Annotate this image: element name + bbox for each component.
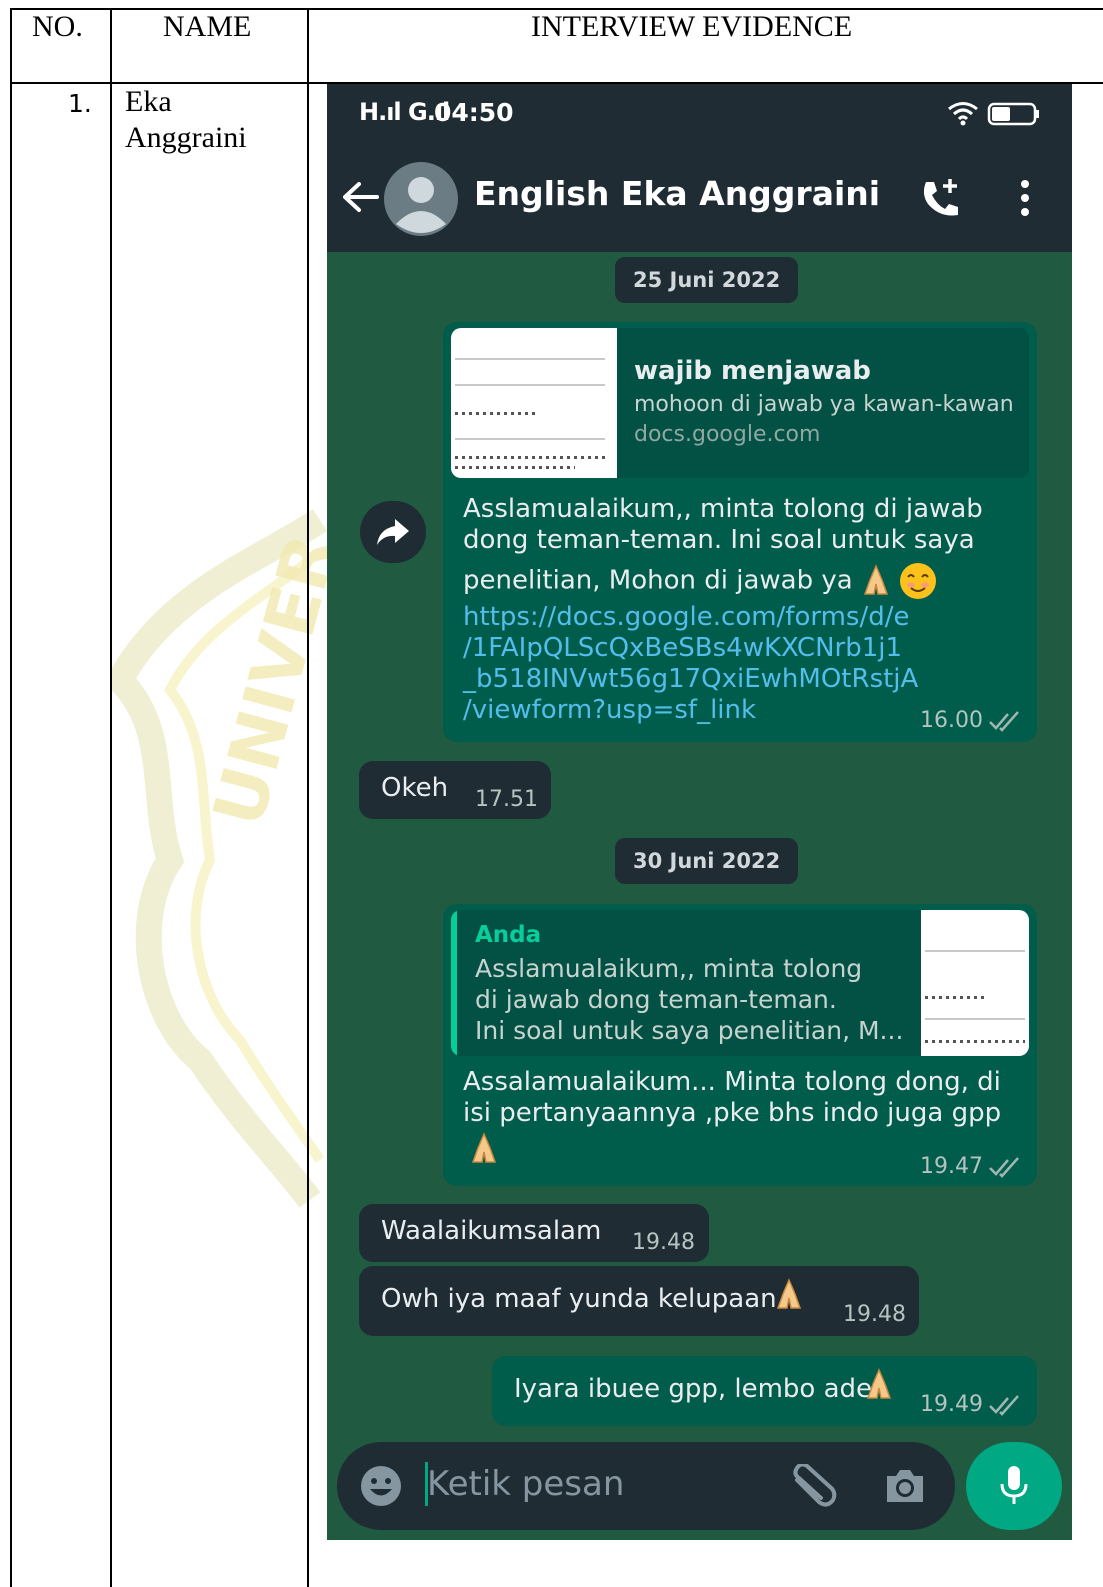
message-time: 19.48 (632, 1230, 695, 1255)
read-ticks-icon (989, 1157, 1019, 1178)
quote-text-line: Ini soal untuk saya penelitian, M... (475, 1016, 904, 1045)
praying-hands-icon (863, 564, 889, 595)
back-arrow-icon[interactable] (341, 180, 379, 214)
message-text-line3: penelitian, Mohon di jawab ya (463, 565, 853, 596)
outgoing-message[interactable]: Iyara ibuee gpp, lembo ade 19.49 (492, 1356, 1037, 1426)
message-text-line: isi pertanyaannya ,pke bhs indo juga gpp (463, 1098, 1002, 1128)
link-preview-card[interactable]: wajib menjawab mohoon di jawab ya kawan-… (451, 328, 1029, 478)
battery-icon (987, 102, 1039, 126)
status-bar: H.ıl G.ıl 04:50 (327, 84, 1072, 146)
incoming-message[interactable]: Okeh 17.51 (359, 761, 551, 819)
forward-arrow-icon (377, 519, 409, 545)
header-interview-evidence: INTERVIEW EVIDENCE (531, 10, 853, 43)
wifi-icon (948, 102, 978, 126)
read-ticks-icon (989, 1395, 1019, 1416)
message-link-line[interactable]: /1FAIpQLScQxBeSBs4wKXCNrb1j1 (463, 633, 902, 664)
incoming-message[interactable]: Owh iya maaf yunda kelupaan 19.48 (359, 1266, 919, 1336)
row-name-line1: Eka (125, 85, 172, 118)
message-time: 19.49 (920, 1392, 983, 1417)
message-link-line[interactable]: https://docs.google.com/forms/d/e (463, 602, 910, 633)
table-col-divider-1 (110, 8, 112, 1587)
link-preview-domain: docs.google.com (634, 422, 821, 447)
message-time: 19.48 (843, 1302, 906, 1327)
camera-icon[interactable] (883, 1466, 927, 1506)
message-text-line: penelitian, Mohon di jawab ya (463, 562, 937, 600)
message-link-line[interactable]: _b518INVwt56g17QxiEwhMOtRstjA (463, 664, 918, 695)
incoming-message[interactable]: Waalaikumsalam 19.48 (359, 1204, 709, 1262)
status-time: 04:50 (434, 98, 514, 127)
message-time: 17.51 (475, 787, 538, 812)
message-input-bar[interactable]: Ketik pesan (337, 1442, 955, 1530)
attachment-icon[interactable] (789, 1464, 837, 1508)
quoted-message[interactable]: Anda Asslamualaikum,, minta tolong di ja… (451, 910, 1029, 1056)
header-name: NAME (163, 10, 252, 43)
add-call-icon[interactable] (918, 176, 962, 220)
outgoing-message[interactable]: wajib menjawab mohoon di jawab ya kawan-… (443, 322, 1037, 742)
praying-hands-icon (776, 1278, 802, 1309)
chat-screenshot: H.ıl G.ıl 04:50 English Eka Anggraini 25… (327, 84, 1072, 1540)
outgoing-message[interactable]: Anda Asslamualaikum,, minta tolong di ja… (443, 904, 1037, 1186)
date-chip: 30 Juni 2022 (615, 838, 799, 884)
message-text-line: Assalamualaikum... Minta tolong dong, di (463, 1067, 1001, 1097)
contact-avatar[interactable] (384, 162, 458, 236)
link-preview-thumbnail (451, 328, 617, 478)
quote-accent-bar (451, 910, 457, 1056)
message-text: Owh iya maaf yunda kelupaan (381, 1284, 777, 1314)
message-time: 19.47 (920, 1154, 983, 1179)
read-ticks-icon (989, 711, 1019, 732)
message-text-line: dong teman-teman. Ini soal untuk saya (463, 525, 975, 555)
link-preview-description: mohoon di jawab ya kawan-kawan (634, 392, 1014, 417)
table-left-border (10, 8, 12, 1587)
smiling-face-icon (900, 563, 937, 599)
quote-text-line: Asslamualaikum,, minta tolong (475, 954, 863, 983)
header-no: NO. (32, 10, 83, 43)
row-number: 1. (68, 89, 92, 118)
more-options-icon[interactable] (1017, 178, 1033, 218)
row-name-line2: Anggraini (125, 121, 247, 154)
chat-title: English Eka Anggraini (474, 174, 881, 213)
message-text: Okeh (381, 773, 449, 803)
message-time: 16.00 (920, 708, 983, 733)
link-preview-title: wajib menjawab (634, 356, 871, 386)
table-col-divider-2 (307, 8, 309, 1587)
message-link-line[interactable]: /viewform?usp=sf_link (463, 695, 756, 726)
message-text: Iyara ibuee gpp, lembo ade (514, 1374, 873, 1404)
message-text: Waalaikumsalam (381, 1216, 602, 1246)
microphone-icon (1000, 1466, 1028, 1504)
emoji-icon[interactable] (359, 1464, 403, 1508)
quote-thumbnail (921, 910, 1029, 1056)
chat-header: English Eka Anggraini (327, 146, 1072, 252)
forward-button[interactable] (360, 501, 426, 563)
praying-hands-icon (866, 1368, 892, 1399)
message-input[interactable]: Ketik pesan (427, 1464, 624, 1504)
message-text-line: Asslamualaikum,, minta tolong di jawab (463, 494, 983, 524)
date-chip: 25 Juni 2022 (615, 257, 799, 303)
quote-author: Anda (475, 922, 542, 948)
voice-record-button[interactable] (966, 1442, 1062, 1530)
praying-hands-icon (471, 1132, 497, 1163)
quote-text-line: di jawab dong teman-teman. (475, 985, 837, 1014)
